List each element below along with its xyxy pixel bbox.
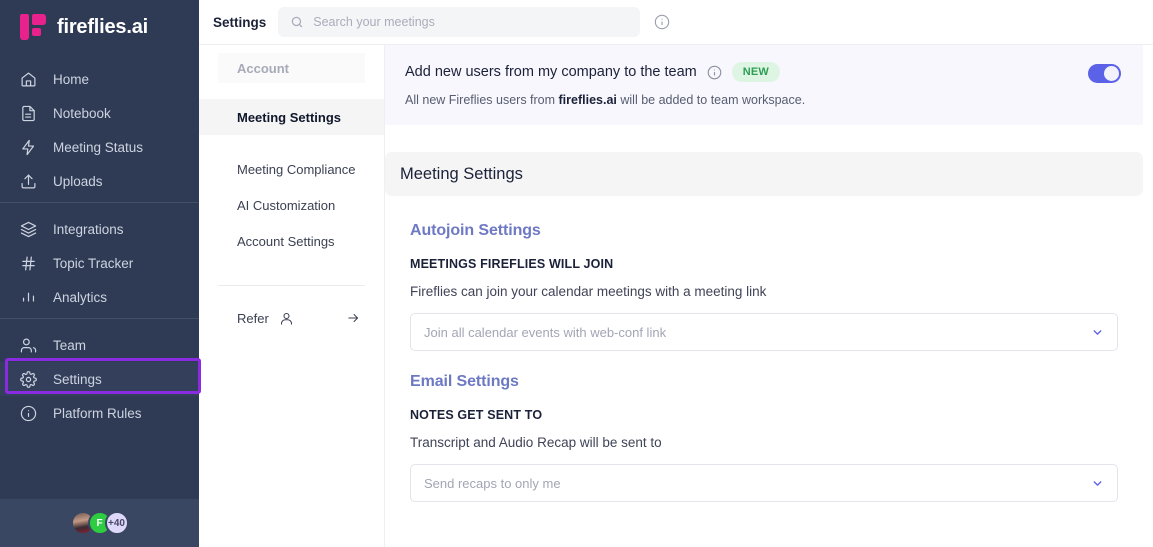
hash-icon <box>20 255 37 272</box>
subnav-item-label: Meeting Compliance <box>237 161 356 177</box>
search-input[interactable] <box>313 15 629 29</box>
fireflies-logo-icon <box>20 14 46 40</box>
add-users-banner: Add new users from my company to the tea… <box>385 45 1143 125</box>
lightning-icon <box>20 139 37 156</box>
banner-subtitle-pre: All new Fireflies users from <box>405 93 559 107</box>
banner-title: Add new users from my company to the tea… <box>405 64 697 80</box>
sidebar-group-main: Home Notebook Meeting Status Uploads <box>0 54 199 198</box>
sidebar-item-label: Notebook <box>53 105 111 121</box>
layers-icon <box>20 221 37 238</box>
subnav-item-ai-customization[interactable]: AI Customization <box>199 187 384 223</box>
toggle-knob <box>1104 66 1119 81</box>
sidebar-item-label: Meeting Status <box>53 139 144 155</box>
sidebar-item-label: Home <box>53 71 90 87</box>
users-icon <box>20 337 37 354</box>
brand-logo[interactable]: fireflies.ai <box>0 0 199 54</box>
sidebar-group-account: Team Settings Platform Rules <box>0 319 199 430</box>
brand-name: fireflies.ai <box>57 15 148 38</box>
subnav-item-label: Meeting Settings <box>237 109 342 125</box>
card-title: Meeting Settings <box>400 164 523 183</box>
sidebar-item-label: Topic Tracker <box>53 255 134 271</box>
section-title: Email Settings <box>410 373 519 390</box>
main-content: Add new users from my company to the tea… <box>385 45 1153 547</box>
status-badge: NEW <box>731 62 781 82</box>
banner-subtitle: All new Fireflies users from fireflies.a… <box>405 93 1088 107</box>
avatar-group[interactable]: F +40 <box>70 511 129 535</box>
arrow-right-icon <box>345 311 362 325</box>
top-header: Settings <box>199 0 1153 45</box>
add-users-toggle[interactable] <box>1088 64 1121 83</box>
user-icon <box>279 311 294 326</box>
sidebar-item-topic-tracker[interactable]: Topic Tracker <box>0 246 199 280</box>
sidebar-item-label: Integrations <box>53 221 124 237</box>
sidebar-item-notebook[interactable]: Notebook <box>0 96 199 130</box>
sidebar-item-uploads[interactable]: Uploads <box>0 164 199 198</box>
email-recap-select[interactable]: Send recaps to only me <box>410 464 1118 502</box>
sidebar-footer: F +40 <box>0 499 199 547</box>
meeting-settings-card-header: Meeting Settings <box>385 152 1143 196</box>
notebook-icon <box>20 105 37 122</box>
subnav-item-meeting-compliance[interactable]: Meeting Compliance <box>199 151 384 187</box>
info-circle-icon[interactable] <box>707 65 722 80</box>
subnav-divider <box>218 285 365 286</box>
chevron-down-icon <box>1091 326 1104 339</box>
section-label: MEETINGS FIREFLIES WILL JOIN <box>410 257 614 271</box>
email-settings-section: Email Settings NOTES GET SENT TO Transcr… <box>385 351 1153 502</box>
subnav-section-header: Account <box>218 53 365 83</box>
app-root: fireflies.ai Home Notebook Meeting Statu… <box>0 0 1153 547</box>
section-title: Autojoin Settings <box>410 222 541 239</box>
settings-subnav: Account Meeting Settings Meeting Complia… <box>199 45 385 547</box>
sidebar-item-analytics[interactable]: Analytics <box>0 280 199 314</box>
sidebar-item-label: Platform Rules <box>53 405 142 421</box>
section-description: Fireflies can join your calendar meeting… <box>410 284 767 299</box>
subnav-item-label: AI Customization <box>237 197 336 213</box>
banner-subtitle-post: will be added to team workspace. <box>616 93 806 107</box>
sidebar-item-label: Settings <box>53 371 102 387</box>
sidebar-item-integrations[interactable]: Integrations <box>0 212 199 246</box>
avatar-overflow-count[interactable]: +40 <box>104 511 129 535</box>
refer-label: Refer <box>237 310 269 326</box>
section-label: NOTES GET SENT TO <box>410 408 543 422</box>
subnav-item-label: Account Settings <box>237 233 335 249</box>
select-value: Join all calendar events with web-conf l… <box>424 324 667 340</box>
info-circle-icon[interactable] <box>654 14 670 30</box>
sidebar-item-label: Uploads <box>53 173 103 189</box>
chevron-down-icon <box>1091 477 1104 490</box>
sidebar-item-home[interactable]: Home <box>0 62 199 96</box>
section-description: Transcript and Audio Recap will be sent … <box>410 435 662 450</box>
primary-sidebar: fireflies.ai Home Notebook Meeting Statu… <box>0 0 199 547</box>
autojoin-select[interactable]: Join all calendar events with web-conf l… <box>410 313 1118 351</box>
refer-button[interactable]: Refer <box>199 298 384 338</box>
upload-icon <box>20 173 37 190</box>
body-split: Account Meeting Settings Meeting Complia… <box>199 45 1153 547</box>
page-title: Settings <box>213 14 267 30</box>
search-container[interactable] <box>278 7 641 37</box>
bar-chart-icon <box>20 289 37 306</box>
sidebar-item-platform-rules[interactable]: Platform Rules <box>0 396 199 430</box>
right-pane: Settings Account Meeting Settings <box>199 0 1153 547</box>
gear-icon <box>20 370 37 388</box>
sidebar-group-tools: Integrations Topic Tracker Analytics <box>0 203 199 314</box>
banner-title-row: Add new users from my company to the tea… <box>405 62 1088 82</box>
info-circle-icon <box>20 405 37 422</box>
subnav-item-account-settings[interactable]: Account Settings <box>199 223 384 259</box>
search-icon <box>290 15 304 29</box>
sidebar-item-label: Analytics <box>53 289 108 305</box>
sidebar-item-meeting-status[interactable]: Meeting Status <box>0 130 199 164</box>
subnav-item-meeting-settings[interactable]: Meeting Settings <box>199 99 384 135</box>
sidebar-item-label: Team <box>53 337 87 353</box>
sidebar-item-team[interactable]: Team <box>0 328 199 362</box>
sidebar-item-settings[interactable]: Settings <box>0 362 199 396</box>
banner-text-block: Add new users from my company to the tea… <box>405 62 1088 107</box>
autojoin-settings-section: Autojoin Settings MEETINGS FIREFLIES WIL… <box>385 196 1153 351</box>
banner-subtitle-domain: fireflies.ai <box>558 93 617 107</box>
home-icon <box>20 71 37 88</box>
select-value: Send recaps to only me <box>424 475 561 491</box>
